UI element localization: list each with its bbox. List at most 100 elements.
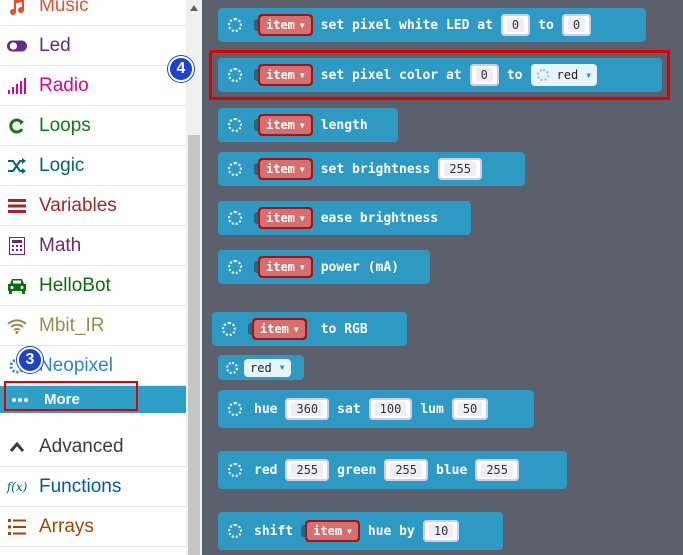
- item-variable-dropdown[interactable]: item ▼: [258, 207, 313, 229]
- item-variable-dropdown[interactable]: item ▼: [305, 520, 360, 542]
- item-variable-dropdown[interactable]: item ▼: [258, 256, 313, 278]
- block-set-pixel-white-led[interactable]: item ▼ set pixel white LED at 0 to 0: [218, 8, 646, 42]
- signal-bars-icon: [7, 76, 27, 96]
- gear-icon: [228, 463, 242, 477]
- category-advanced[interactable]: Advanced: [0, 427, 186, 467]
- list-lines-icon: [7, 196, 27, 216]
- number-input[interactable]: 10: [422, 520, 460, 542]
- gear-icon: [228, 18, 242, 32]
- gear-icon: [228, 402, 242, 416]
- color-dropdown[interactable]: red ▼: [244, 358, 291, 377]
- wifi-icon: [7, 316, 27, 336]
- item-variable-dropdown[interactable]: item ▼: [252, 318, 307, 340]
- category-radio[interactable]: Radio: [0, 66, 186, 106]
- number-value: 50: [457, 402, 483, 416]
- gear-icon: [226, 361, 238, 374]
- block-highlight-box: [209, 50, 670, 100]
- number-value: 255: [444, 162, 476, 176]
- category-label: Radio: [39, 74, 89, 96]
- number-value: 255: [390, 463, 422, 477]
- number-value: 360: [291, 402, 324, 416]
- music-icon: [7, 0, 27, 16]
- gear-icon: [228, 162, 242, 176]
- category-math[interactable]: Math: [0, 226, 186, 266]
- block-text: to: [538, 17, 554, 33]
- block-ease-brightness[interactable]: item ▼ ease brightness: [218, 201, 471, 235]
- more-highlight-box: [4, 381, 138, 411]
- item-label: item: [313, 524, 343, 538]
- category-variables[interactable]: Variables: [0, 186, 186, 226]
- number-input[interactable]: 360: [285, 398, 330, 420]
- gear-icon: [228, 118, 242, 132]
- category-label: Arrays: [39, 515, 94, 537]
- category-logic[interactable]: Logic: [0, 146, 186, 186]
- calculator-icon: [7, 236, 27, 256]
- number-value: 10: [428, 524, 454, 538]
- dropdown-arrow-icon: ▼: [299, 262, 305, 272]
- scroll-up-icon[interactable]: [186, 0, 202, 16]
- category-loops[interactable]: Loops: [0, 106, 186, 146]
- block-text: green: [337, 462, 377, 478]
- category-label: Loops: [39, 114, 91, 136]
- callout-badge-3: 3: [17, 347, 43, 373]
- category-led[interactable]: Led: [0, 26, 186, 66]
- category-label: Logic: [39, 154, 85, 176]
- item-variable-dropdown[interactable]: item ▼: [258, 158, 313, 180]
- number-input[interactable]: 255: [475, 459, 519, 481]
- block-text: blue: [436, 462, 468, 478]
- block-text: ease brightness: [320, 210, 439, 226]
- category-hellobot[interactable]: HelloBot: [0, 266, 186, 306]
- number-input[interactable]: 255: [438, 158, 482, 180]
- chevron-up-icon: [7, 437, 27, 457]
- number-input[interactable]: 100: [368, 398, 413, 420]
- block-text: hue by: [367, 523, 415, 539]
- category-label: Advanced: [39, 435, 124, 457]
- category-arrays[interactable]: Arrays: [0, 507, 186, 547]
- toolbox-sidebar: Music Led Radio Loops Logic Variables Ma…: [0, 0, 186, 555]
- number-input[interactable]: 0: [561, 14, 592, 36]
- number-value: 100: [374, 402, 407, 416]
- category-music[interactable]: Music: [0, 0, 186, 26]
- gear-icon: [228, 211, 242, 225]
- item-variable-dropdown[interactable]: item ▼: [258, 114, 313, 136]
- category-label: Led: [39, 34, 71, 56]
- block-power-ma[interactable]: item ▼ power (mA): [218, 250, 430, 284]
- block-length[interactable]: item ▼ length: [218, 108, 398, 142]
- gear-icon: [228, 260, 242, 274]
- item-label: item: [266, 260, 295, 274]
- category-mbit-ir[interactable]: Mbit_IR: [0, 306, 186, 346]
- block-set-brightness[interactable]: item ▼ set brightness 255: [218, 152, 525, 186]
- block-rgb[interactable]: red 255 green 255 blue 255: [218, 451, 567, 489]
- category-label: Variables: [39, 194, 117, 216]
- category-label: Music: [39, 0, 89, 16]
- gear-icon: [222, 322, 236, 336]
- dropdown-arrow-icon: ▼: [299, 213, 305, 223]
- dropdown-arrow-icon: ▼: [347, 526, 352, 536]
- function-icon: f(x): [6, 479, 28, 494]
- block-shift-hue[interactable]: shift item ▼ hue by 10: [218, 512, 503, 550]
- dropdown-arrow-icon: ▼: [279, 363, 285, 372]
- block-to-rgb[interactable]: item ▼ to RGB: [212, 312, 407, 346]
- number-input[interactable]: 255: [384, 459, 428, 481]
- callout-badge-4: 4: [168, 56, 194, 82]
- number-value: 255: [291, 463, 324, 477]
- number-input[interactable]: 50: [451, 398, 489, 420]
- scrollbar-thumb[interactable]: [188, 135, 200, 555]
- block-text: length: [320, 117, 368, 133]
- item-variable-dropdown[interactable]: item ▼: [258, 14, 313, 36]
- dropdown-arrow-icon: ▼: [293, 324, 299, 334]
- list-numbered-icon: [7, 517, 27, 537]
- number-value: 0: [506, 18, 525, 32]
- block-color-red[interactable]: red ▼: [218, 355, 304, 380]
- number-input[interactable]: 0: [500, 14, 531, 36]
- category-label: HelloBot: [39, 274, 111, 296]
- number-value: 255: [481, 463, 513, 477]
- dropdown-arrow-icon: ▼: [299, 120, 305, 130]
- block-hsl[interactable]: hue 360 sat 100 lum 50: [218, 390, 534, 428]
- number-input[interactable]: 255: [285, 459, 330, 481]
- block-text: set brightness: [320, 161, 431, 177]
- category-label: Neopixel: [39, 354, 113, 376]
- category-label: Functions: [39, 475, 122, 497]
- block-text: lum: [420, 401, 444, 417]
- category-functions[interactable]: f(x) Functions: [0, 467, 186, 507]
